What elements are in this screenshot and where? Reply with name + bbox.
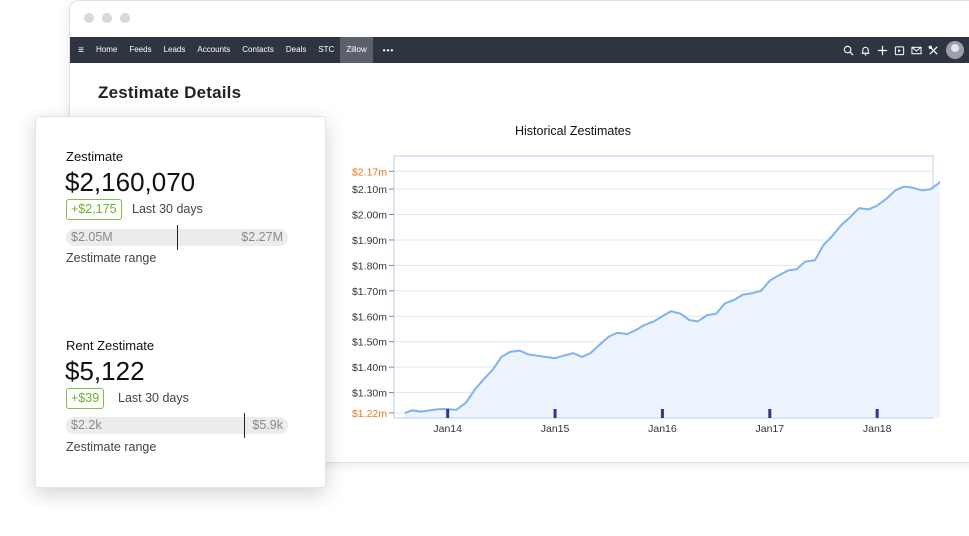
rent-zestimate-change-period: Last 30 days	[118, 391, 189, 405]
historical-zestimates-chart: $2.17m $2.10m $2.00m $1.90m $1.80m $1.70m $1.6…	[352, 155, 940, 435]
zestimate-range-bar: $2.05M $2.27M	[66, 225, 288, 250]
y-tick-label: $1.80m	[352, 260, 387, 272]
rent-zestimate-change-badge: +$39	[66, 388, 105, 409]
mail-icon[interactable]	[908, 37, 925, 63]
top-navbar: ≡ Home Feeds Leads Accounts Contacts Dea…	[70, 37, 969, 63]
zestimate-value: $2,160,070	[65, 167, 196, 197]
y-tick-label: $2.17m	[352, 166, 387, 178]
x-tick-label: Jan16	[648, 423, 677, 435]
rent-zestimate-range-marker	[243, 413, 245, 438]
hamburger-icon[interactable]: ≡	[72, 45, 90, 56]
x-tick-mark	[660, 409, 664, 418]
nav-item-home[interactable]: Home	[90, 37, 123, 63]
zestimate-range-marker	[177, 225, 178, 250]
window-chrome	[70, 1, 969, 37]
y-tick-label: $1.90m	[352, 235, 387, 247]
rent-zestimate-range-label: Zestimate range	[66, 440, 157, 454]
nav-item-deals[interactable]: Deals	[280, 37, 312, 63]
nav-icon-group	[840, 37, 969, 63]
y-tick-label: $1.22m	[352, 408, 387, 420]
x-tick-label: Jan15	[541, 423, 570, 435]
zestimate-title: Zestimate	[66, 149, 124, 164]
zestimate-range-label: Zestimate range	[66, 251, 157, 265]
nav-item-accounts[interactable]: Accounts	[191, 37, 236, 63]
rent-zestimate-range-high: $5.9k	[252, 418, 283, 432]
x-tick-label: Jan14	[433, 423, 462, 435]
nav-item-stc[interactable]: STC	[312, 37, 340, 63]
zestimate-range-low: $2.05M	[71, 230, 113, 244]
bell-icon[interactable]	[857, 37, 874, 63]
window-dot-maximize[interactable]	[120, 13, 130, 23]
tools-icon[interactable]	[925, 37, 942, 63]
x-tick-mark	[875, 409, 879, 418]
page-title: Zestimate Details	[98, 83, 242, 102]
window-dot-minimize[interactable]	[102, 13, 112, 23]
nav-item-contacts[interactable]: Contacts	[236, 37, 280, 63]
y-tick-label: $2.00m	[352, 210, 387, 222]
search-icon[interactable]	[840, 37, 857, 63]
calendar-icon[interactable]	[891, 37, 908, 63]
zestimate-card: Zestimate $2,160,070 +$2,175 Last 30 day…	[35, 116, 326, 488]
plus-icon[interactable]	[874, 37, 891, 63]
y-tick-label: $1.30m	[352, 388, 387, 400]
rent-zestimate-title: Rent Zestimate	[66, 338, 155, 353]
x-tick-mark	[768, 409, 772, 418]
x-tick-mark	[446, 409, 450, 418]
chart-title: Historical Zestimates	[515, 124, 631, 138]
avatar[interactable]	[946, 41, 964, 59]
rent-zestimate-range-low: $2.2k	[71, 418, 102, 432]
y-tick-label: $2.10m	[352, 184, 387, 196]
zestimate-change-period: Last 30 days	[132, 202, 203, 216]
rent-zestimate-range-bar: $2.2k $5.9k	[66, 413, 288, 438]
more-icon[interactable]: •••	[373, 46, 404, 55]
zestimate-range-high: $2.27M	[241, 230, 283, 244]
y-tick-label: $1.50m	[352, 337, 387, 349]
x-tick-mark	[553, 409, 557, 418]
x-tick-label: Jan17	[755, 423, 784, 435]
nav-item-leads[interactable]: Leads	[158, 37, 192, 63]
y-tick-label: $1.60m	[352, 311, 387, 323]
nav-item-zillow[interactable]: Zillow	[340, 37, 373, 63]
x-tick-label: Jan18	[863, 423, 892, 435]
nav-item-feeds[interactable]: Feeds	[123, 37, 157, 63]
y-tick-label: $1.70m	[352, 286, 387, 298]
zestimate-change-badge: +$2,175	[66, 199, 122, 220]
y-tick-label: $1.40m	[352, 362, 387, 374]
window-dot-close[interactable]	[84, 13, 94, 23]
rent-zestimate-value: $5,122	[65, 356, 145, 386]
